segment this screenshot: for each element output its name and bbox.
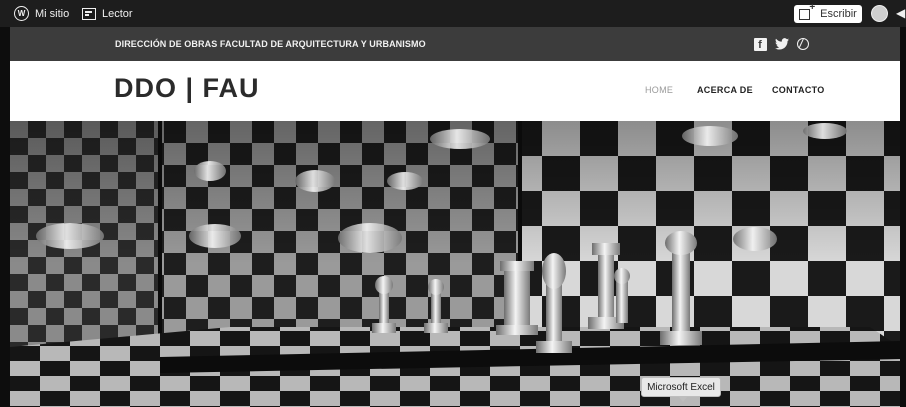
- nav-home[interactable]: HOME: [645, 85, 673, 95]
- facebook-icon[interactable]: f: [752, 36, 768, 52]
- avatar[interactable]: [871, 5, 888, 22]
- nav-about[interactable]: ACERCA DE: [697, 85, 753, 95]
- notifications-icon[interactable]: ◀: [896, 6, 905, 20]
- site-title[interactable]: DDO | FAU: [114, 73, 260, 104]
- site-tagline: DIRECCIÓN DE OBRAS FACULTAD DE ARQUITECT…: [115, 39, 426, 49]
- nav-contact[interactable]: CONTACTO: [772, 85, 825, 95]
- reader-icon: [82, 7, 96, 20]
- my-site-label: Mi sitio: [35, 7, 70, 20]
- chess-scene-illustration: [10, 121, 900, 407]
- hero-image: [10, 121, 900, 407]
- dribbble-icon[interactable]: [795, 36, 811, 52]
- app-tooltip: Microsoft Excel: [641, 377, 721, 402]
- window-frame-right: [900, 0, 906, 407]
- twitter-icon[interactable]: [774, 36, 790, 52]
- write-button[interactable]: Escribir: [794, 2, 862, 23]
- admin-bar: W Mi sitio Lector Escribir ◀: [0, 0, 906, 27]
- window-frame-left: [0, 0, 10, 407]
- site-top-bar: DIRECCIÓN DE OBRAS FACULTAD DE ARQUITECT…: [10, 27, 900, 61]
- write-icon: [799, 2, 815, 20]
- wordpress-icon: W: [14, 6, 29, 21]
- write-label: Escribir: [820, 8, 857, 20]
- my-site-link[interactable]: W Mi sitio: [14, 0, 69, 27]
- reader-label: Lector: [102, 7, 133, 20]
- reader-link[interactable]: Lector: [82, 0, 133, 27]
